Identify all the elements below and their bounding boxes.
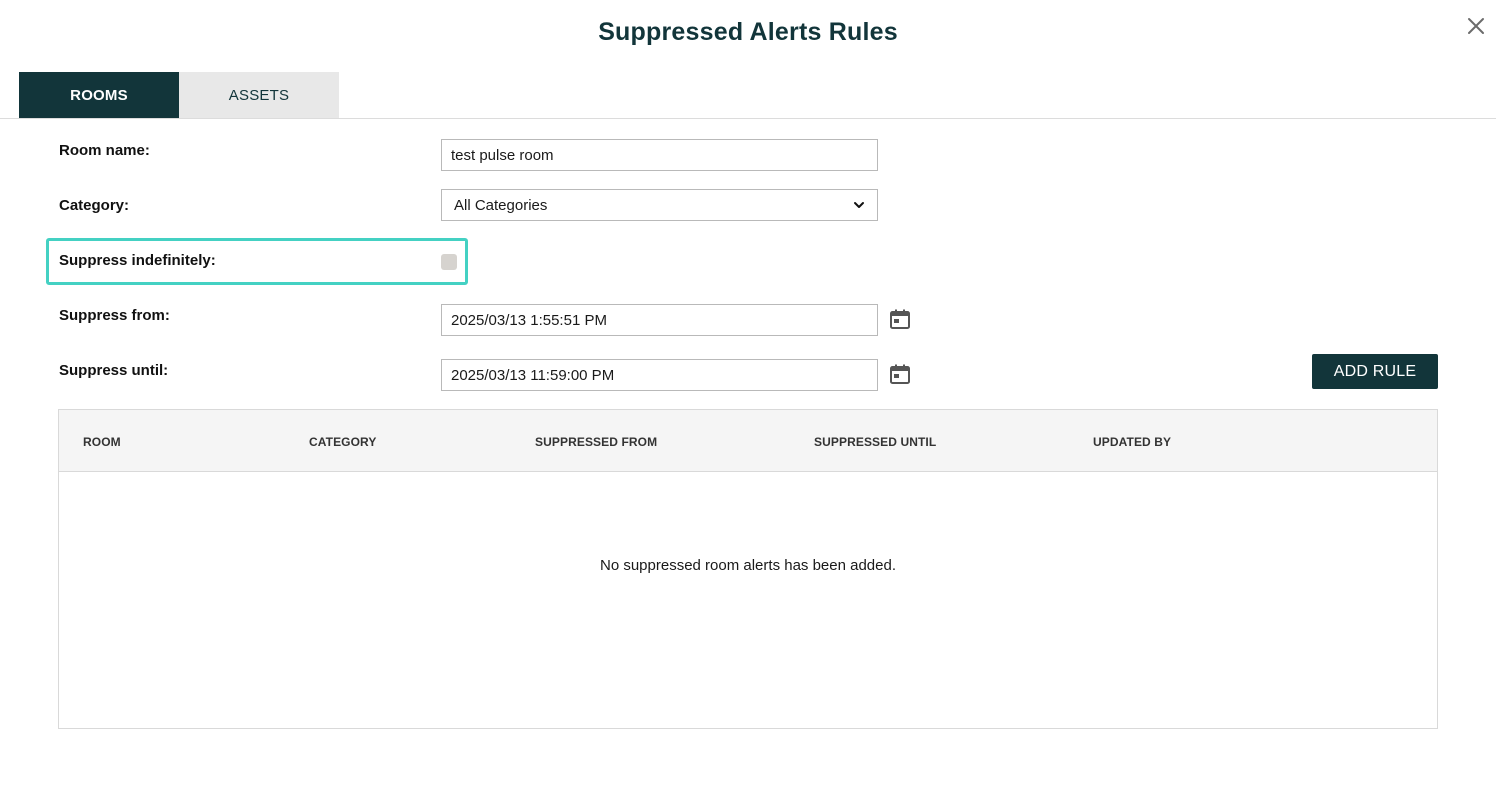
suppress-indefinitely-checkbox[interactable]: [441, 254, 457, 270]
grid-empty-message: No suppressed room alerts has been added…: [599, 557, 896, 574]
modal-title: Suppressed Alerts Rules: [598, 18, 898, 46]
grid-header: ROOM CATEGORY SUPPRESSED FROM SUPPRESSED…: [59, 410, 1437, 472]
column-header-room[interactable]: ROOM: [83, 435, 121, 449]
close-icon[interactable]: [1466, 16, 1486, 36]
chevron-down-icon: [854, 202, 864, 208]
close-button[interactable]: [1464, 14, 1488, 38]
suppress-until-input[interactable]: 2025/03/13 11:59:00 PM: [441, 359, 878, 391]
category-selected-value: All Categories: [454, 196, 548, 214]
tab-rooms[interactable]: ROOMS: [19, 72, 179, 118]
suppress-from-label: Suppress from:: [59, 307, 170, 324]
tab-bar: ROOMS ASSETS: [19, 72, 339, 118]
category-select[interactable]: All Categories: [441, 189, 878, 221]
suppressed-alerts-grid: ROOM CATEGORY SUPPRESSED FROM SUPPRESSED…: [58, 409, 1438, 729]
tab-assets[interactable]: ASSETS: [179, 72, 339, 118]
calendar-icon[interactable]: [889, 363, 911, 385]
room-name-label: Room name:: [59, 142, 150, 159]
column-header-suppressed-until[interactable]: SUPPRESSED UNTIL: [814, 435, 936, 449]
room-name-input[interactable]: test pulse room: [441, 139, 878, 171]
column-header-category[interactable]: CATEGORY: [309, 435, 376, 449]
category-label: Category:: [59, 197, 130, 214]
calendar-icon[interactable]: [889, 308, 911, 330]
add-rule-button[interactable]: ADD RULE: [1312, 354, 1438, 389]
tab-divider: [0, 118, 1496, 119]
suppress-indefinitely-label: Suppress indefinitely:: [59, 252, 216, 269]
suppress-from-input[interactable]: 2025/03/13 1:55:51 PM: [441, 304, 878, 336]
column-header-updated-by[interactable]: UPDATED BY: [1093, 435, 1171, 449]
column-header-suppressed-from[interactable]: SUPPRESSED FROM: [535, 435, 657, 449]
suppress-until-label: Suppress until:: [59, 362, 169, 379]
